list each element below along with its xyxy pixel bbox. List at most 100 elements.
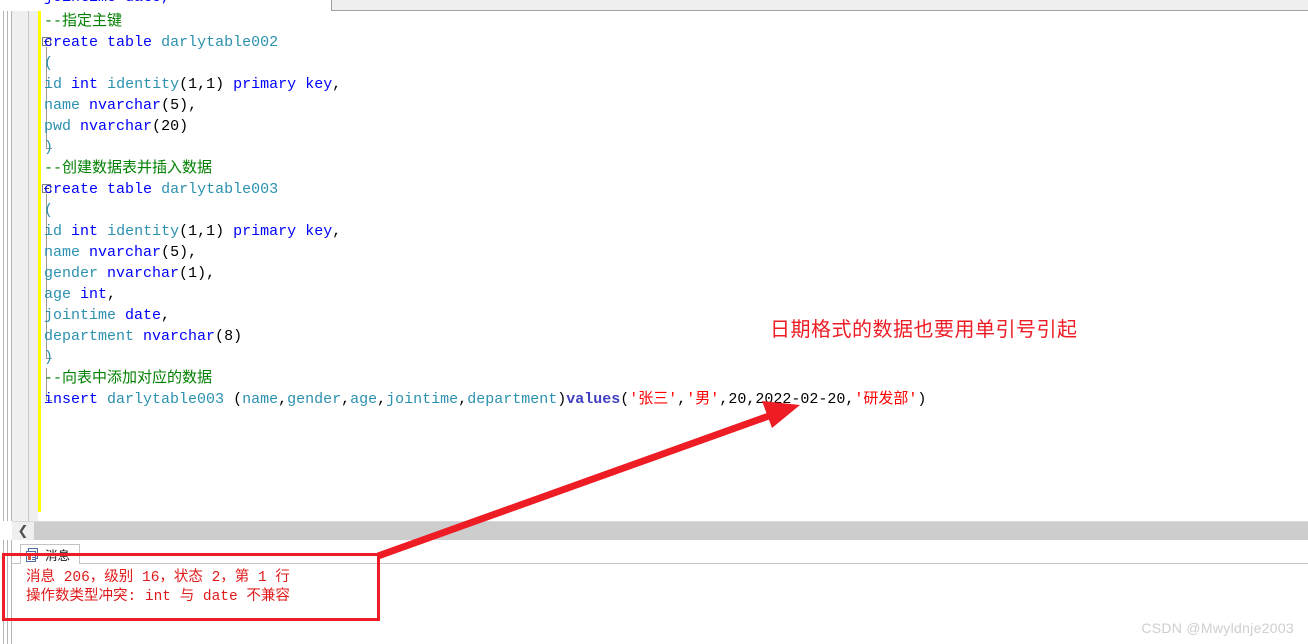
clipped-code-line: jointime date, — [44, 0, 170, 6]
code-line[interactable]: --指定主键 — [44, 11, 926, 32]
code-token: darlytable003 — [107, 391, 225, 408]
code-token: --创建数据表并插入数据 — [44, 160, 213, 177]
code-line[interactable]: id int identity(1,1) primary key, — [44, 74, 926, 95]
frame-rail — [7, 11, 8, 521]
code-token: ( — [161, 244, 171, 261]
code-token: name — [44, 244, 81, 261]
code-line[interactable]: ) — [44, 137, 926, 158]
code-token: ) — [917, 391, 927, 408]
code-token: 2022-02-20 — [755, 391, 846, 408]
code-line[interactable]: ) — [44, 347, 926, 368]
code-token: 20 — [161, 118, 180, 135]
code-token: , — [341, 391, 351, 408]
code-token: ), — [179, 244, 198, 261]
code-token: int — [80, 286, 108, 303]
code-token: , — [746, 391, 756, 408]
messages-icon — [26, 547, 40, 562]
code-line[interactable]: gender nvarchar(1), — [44, 263, 926, 284]
code-token: ) — [44, 139, 54, 156]
code-token: ), — [179, 97, 198, 114]
code-line[interactable]: ( — [44, 200, 926, 221]
code-line[interactable]: age int, — [44, 284, 926, 305]
code-line[interactable]: name nvarchar(5), — [44, 242, 926, 263]
code-line[interactable]: ( — [44, 53, 926, 74]
code-line[interactable]: name nvarchar(5), — [44, 95, 926, 116]
code-line[interactable]: pwd nvarchar(20) — [44, 116, 926, 137]
code-token: , — [458, 391, 468, 408]
tab-messages[interactable]: 消息 — [20, 544, 81, 564]
message-line: 操作数类型冲突: int 与 date 不兼容 — [26, 589, 290, 605]
code-token: nvarchar — [143, 328, 216, 345]
code-token: , — [107, 286, 117, 303]
code-token: darlytable003 — [161, 181, 279, 198]
code-token: ) — [557, 391, 567, 408]
code-token: ) — [44, 349, 54, 366]
code-line[interactable]: id int identity(1,1) primary key, — [44, 221, 926, 242]
messages-text[interactable]: 消息 206，级别 16，状态 2，第 1 行操作数类型冲突: int 与 da… — [12, 564, 1308, 640]
results-tabstrip: 消息 — [12, 544, 1308, 564]
scroll-left-arrow-icon[interactable]: ❮ — [12, 522, 34, 541]
code-token: , — [719, 391, 729, 408]
editor-fold-gutter[interactable] — [29, 11, 38, 521]
code-token: 1 — [206, 76, 216, 93]
code-token: key — [305, 223, 333, 240]
code-token: ( — [44, 202, 54, 219]
code-text-area[interactable]: --指定主键 create table darlytable002(id int … — [41, 11, 1308, 521]
code-lines[interactable]: --指定主键 create table darlytable002(id int … — [44, 11, 926, 410]
code-token: nvarchar — [89, 244, 162, 261]
code-token: identity — [107, 76, 180, 93]
code-token: '研发部' — [854, 391, 918, 408]
code-token: 20 — [728, 391, 747, 408]
code-token: , — [377, 391, 387, 408]
code-line[interactable]: create table darlytable003 — [44, 179, 926, 200]
code-token: 1 — [206, 223, 216, 240]
code-editor[interactable]: --指定主键 create table darlytable002(id int … — [0, 11, 1308, 521]
code-line[interactable]: create table darlytable002 — [44, 32, 926, 53]
code-token: ) — [215, 223, 234, 240]
code-token: department — [44, 328, 135, 345]
code-line[interactable]: insert darlytable003 (name,gender,age,jo… — [44, 389, 926, 410]
horizontal-scrollbar[interactable]: ❮ — [0, 521, 1308, 541]
code-token: ) — [215, 76, 234, 93]
code-token: pwd — [44, 118, 72, 135]
editor-gutter[interactable] — [12, 11, 28, 521]
scrollbar-rail-filler — [0, 522, 12, 540]
code-line[interactable]: --创建数据表并插入数据 — [44, 158, 926, 179]
code-token: ( — [620, 391, 630, 408]
code-token: age — [44, 286, 72, 303]
code-token: , — [332, 76, 342, 93]
code-token: , — [332, 223, 342, 240]
code-token: values — [566, 391, 621, 408]
code-token: table — [107, 34, 153, 51]
code-token: key — [305, 76, 333, 93]
messages-pane: 消息 消息 206，级别 16，状态 2，第 1 行操作数类型冲突: int 与… — [0, 540, 1308, 644]
code-token: create — [44, 181, 99, 198]
tab-messages-label: 消息 — [45, 549, 71, 563]
code-token: , — [278, 391, 288, 408]
code-token: ( — [161, 97, 171, 114]
code-line[interactable]: --向表中添加对应的数据 — [44, 368, 926, 389]
code-token: primary — [233, 223, 297, 240]
code-token: ( — [224, 391, 243, 408]
code-token: 8 — [224, 328, 234, 345]
code-token: darlytable002 — [161, 34, 279, 51]
code-token: 5 — [170, 97, 180, 114]
code-token: 1 — [188, 223, 198, 240]
code-token: ) — [233, 328, 243, 345]
code-token: , — [161, 307, 171, 324]
code-token: , — [197, 223, 207, 240]
